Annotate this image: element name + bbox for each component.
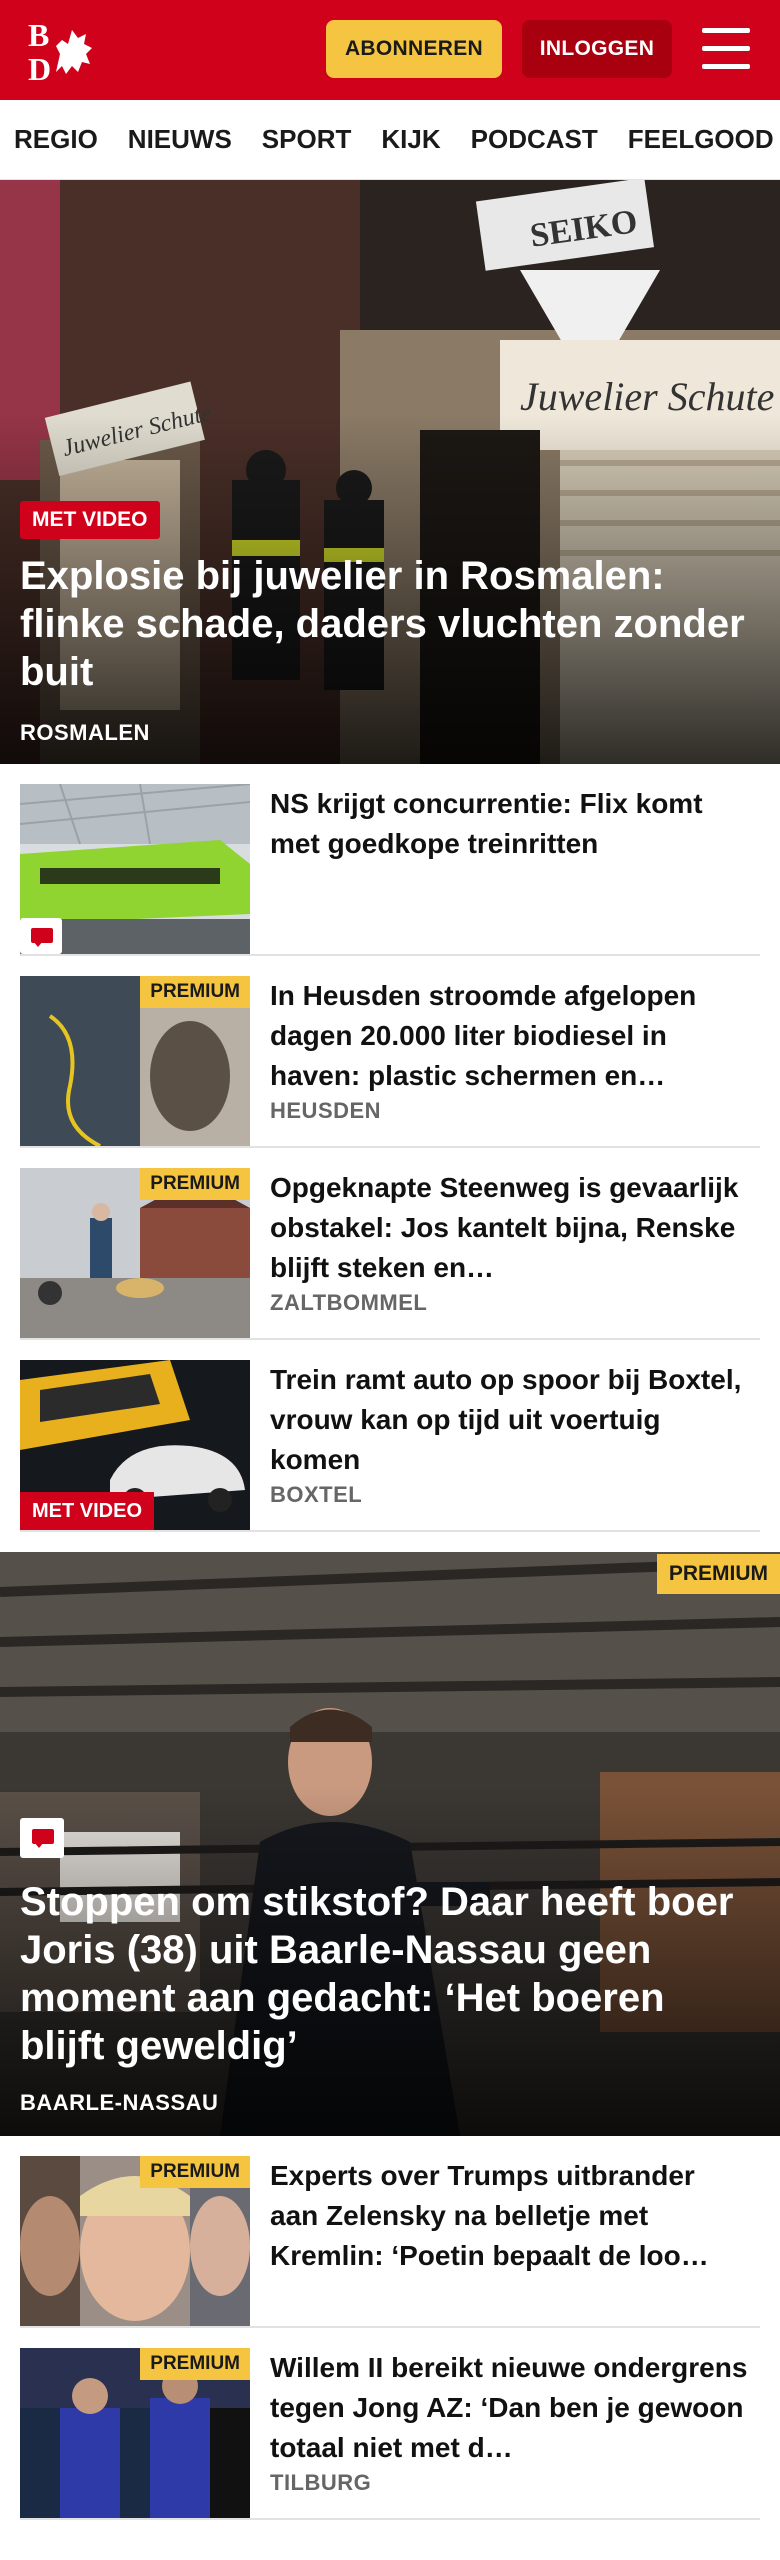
comment-icon bbox=[20, 1818, 64, 1858]
top-header: B D ABONNEREN INLOGGEN bbox=[0, 0, 780, 100]
article-location: ZALTBOMMEL bbox=[270, 1290, 428, 1315]
article-thumbnail: PREMIUM bbox=[20, 976, 250, 1146]
nav-item-sport[interactable]: SPORT bbox=[262, 124, 352, 155]
hero-location: ROSMALEN bbox=[20, 720, 150, 745]
sign-juwelier: Juwelier Schute bbox=[520, 374, 774, 419]
article-title[interactable]: Opgeknapte Steenweg is gevaarlijk obstak… bbox=[270, 1168, 750, 1288]
article-title[interactable]: Willem II bereikt nieuwe ondergrens tege… bbox=[270, 2348, 750, 2468]
list-item[interactable]: PREMIUM Willem II bereikt nieuwe ondergr… bbox=[20, 2328, 760, 2520]
article-thumbnail: PREMIUM bbox=[20, 2348, 250, 2518]
article-title[interactable]: Trein ramt auto op spoor bij Boxtel, vro… bbox=[270, 1360, 750, 1480]
premium-badge: PREMIUM bbox=[656, 1554, 780, 1594]
premium-badge: PREMIUM bbox=[140, 2348, 250, 2380]
nav-item-feelgood[interactable]: FEELGOOD bbox=[628, 124, 774, 155]
list-item[interactable]: NS krijgt concurrentie: Flix komt met go… bbox=[20, 764, 760, 956]
section-nav: REGIO NIEUWS SPORT KIJK PODCAST FEELGOOD… bbox=[0, 100, 780, 180]
premium-badge: PREMIUM bbox=[140, 976, 250, 1008]
article-location: BOXTEL bbox=[270, 1482, 363, 1507]
nav-item-podcast[interactable]: PODCAST bbox=[471, 124, 598, 155]
list-item[interactable]: PREMIUM Opgeknapte Steenweg is gevaarlij… bbox=[20, 1148, 760, 1340]
comment-icon bbox=[20, 918, 62, 954]
list-item[interactable]: PREMIUM Experts over Trumps uitbrander a… bbox=[20, 2136, 760, 2328]
nav-item-nieuws[interactable]: NIEUWS bbox=[128, 124, 232, 155]
article-title[interactable]: In Heusden stroomde afgelopen dagen 20.0… bbox=[270, 976, 750, 1096]
article-location: HEUSDEN bbox=[270, 1098, 382, 1123]
video-badge: MET VIDEO bbox=[20, 501, 160, 539]
list-item[interactable]: PREMIUM In Heusden stroomde afgelopen da… bbox=[20, 956, 760, 1148]
article-thumbnail: PREMIUM bbox=[20, 2156, 250, 2326]
hamburger-menu-icon[interactable] bbox=[700, 26, 752, 72]
article-title[interactable]: Experts over Trumps uitbrander aan Zelen… bbox=[270, 2156, 750, 2276]
article-thumbnail: MET VIDEO bbox=[20, 1360, 250, 1530]
hero-title[interactable]: Explosie bij juwelier in Rosmalen: flink… bbox=[20, 552, 760, 696]
video-badge: MET VIDEO bbox=[20, 1492, 155, 1530]
bd-logo[interactable]: B D bbox=[26, 16, 116, 84]
premium-badge: PREMIUM bbox=[140, 2156, 250, 2188]
article-title[interactable]: NS krijgt concurrentie: Flix komt met go… bbox=[270, 784, 750, 864]
subscribe-button[interactable]: ABONNEREN bbox=[326, 20, 502, 78]
hero-article-rosmalen[interactable]: Juwelier Schute SEIKO Juwelier Schute ME… bbox=[0, 180, 780, 764]
premium-badge: PREMIUM bbox=[140, 1168, 250, 1200]
login-button[interactable]: INLOGGEN bbox=[522, 20, 672, 78]
hero-title[interactable]: Stoppen om stikstof? Daar heeft boer Jor… bbox=[20, 1878, 760, 2070]
svg-text:D: D bbox=[28, 51, 51, 84]
article-thumbnail: PREMIUM bbox=[20, 1168, 250, 1338]
list-item[interactable]: MET VIDEO Trein ramt auto op spoor bij B… bbox=[20, 1340, 760, 1532]
hero-location: BAARLE-NASSAU bbox=[20, 2090, 219, 2115]
article-thumbnail bbox=[20, 784, 250, 954]
nav-item-kijk[interactable]: KIJK bbox=[381, 124, 440, 155]
svg-text:B: B bbox=[28, 17, 49, 53]
hero-article-baarle-nassau[interactable]: PREMIUM Stoppen om stikstof? Daar heeft … bbox=[0, 1552, 780, 2136]
article-location: TILBURG bbox=[270, 2470, 372, 2495]
nav-item-regio[interactable]: REGIO bbox=[14, 124, 98, 155]
